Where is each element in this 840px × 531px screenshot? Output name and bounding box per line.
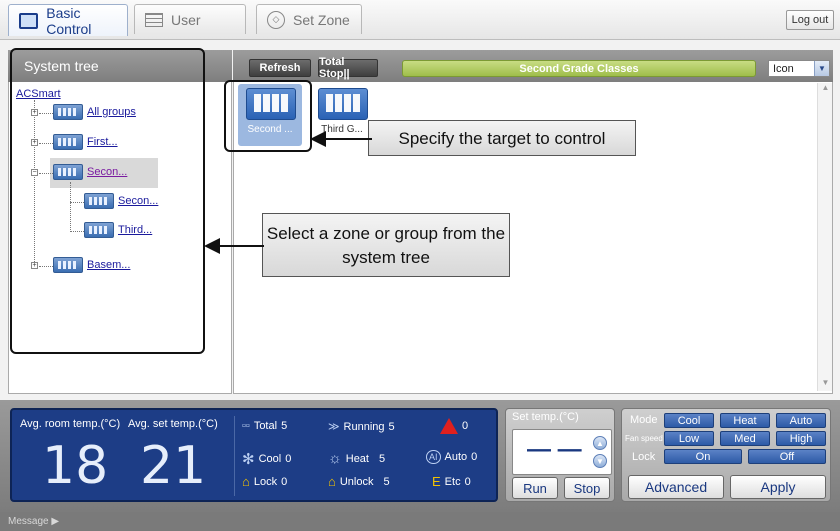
lock-label: Lock [632, 451, 656, 463]
stat-value: 5 [379, 452, 386, 465]
target-highlight-frame [224, 80, 312, 152]
zone-icon: ◇ [267, 10, 285, 29]
scroll-up-icon[interactable]: ▲ [819, 83, 832, 96]
stat-label: Lock [253, 475, 278, 488]
total-stop-button[interactable]: Total Stop|| [318, 56, 378, 80]
set-temp-panel: Set temp.(°C) — — ▲ ▼ Run Stop [505, 408, 615, 502]
fan-high-button[interactable]: High [776, 431, 826, 446]
avg-set-temp-value: 21 [140, 436, 207, 496]
stat-value: 0 [285, 453, 292, 465]
advanced-button[interactable]: Advanced [628, 475, 724, 499]
stat-value: 0 [462, 420, 469, 432]
snowflake-icon: ✻ [242, 451, 255, 468]
view-mode-value: Icon [773, 62, 794, 75]
mode-label: Mode [630, 414, 658, 426]
callout-target: Specify the target to control [368, 120, 636, 156]
avg-room-temp-value: 18 [42, 436, 109, 496]
mode-auto-button[interactable]: Auto [776, 413, 826, 428]
refresh-button[interactable]: Refresh [249, 59, 311, 77]
stat-value: 0 [471, 451, 478, 463]
auto-icon: AI [426, 450, 441, 464]
stat-label: Running [343, 420, 385, 433]
stat-value: 0 [281, 475, 288, 488]
stat-label: Auto [444, 451, 468, 463]
divider [234, 416, 235, 496]
fan-low-button[interactable]: Low [664, 431, 714, 446]
stat-label: Unlock [339, 475, 374, 488]
set-temp-display: — — ▲ ▼ [512, 429, 612, 475]
stat-label: Etc [444, 475, 461, 488]
message-bar: Message ▶ [0, 512, 840, 531]
run-button[interactable]: Run [512, 477, 558, 499]
message-label: Message ▶ [8, 516, 60, 527]
fan-speed-label: Fan speed [625, 434, 663, 443]
mode-panel: Mode Cool Heat Auto Fan speed Low Med Hi… [621, 408, 831, 502]
callout-arrow-target [310, 131, 372, 147]
lock-off-button[interactable]: Off [748, 449, 826, 464]
stat-value: 5 [281, 420, 288, 432]
stat-label: Cool [258, 453, 282, 465]
callout-arrow-tree [204, 238, 264, 254]
avg-set-temp-label: Avg. set temp.(°C) [128, 418, 218, 430]
alarm-icon [440, 418, 458, 434]
set-temp-label: Set temp.(°C) [512, 411, 579, 423]
total-icon: ▫▫ [242, 420, 250, 432]
zone-icon [318, 88, 368, 120]
zone-title: Second Grade Classes [519, 62, 639, 75]
unlock-icon: ⌂ [328, 474, 336, 489]
stat-lock: ⌂ Lock 0 [242, 474, 287, 489]
stat-alarm: 0 [440, 418, 468, 434]
status-panel: Avg. room temp.(°C) Avg. set temp.(°C) 1… [10, 408, 498, 502]
stat-value: 0 [464, 475, 471, 488]
stop-button[interactable]: Stop [564, 477, 610, 499]
stat-running: ≫ Running 5 [328, 420, 395, 434]
monitor-icon [19, 12, 39, 29]
apply-button[interactable]: Apply [730, 475, 826, 499]
mode-heat-button[interactable]: Heat [720, 413, 770, 428]
stat-auto: AI Auto 0 [426, 450, 477, 464]
list-icon [145, 12, 163, 27]
tree-highlight-frame [10, 48, 205, 354]
temp-down-button[interactable]: ▼ [593, 454, 607, 468]
tab-label: Set Zone [293, 11, 350, 28]
mode-cool-button[interactable]: Cool [664, 413, 714, 428]
tab-user[interactable]: User [134, 4, 246, 34]
tab-set-zone[interactable]: ◇ Set Zone [256, 4, 362, 34]
stat-label: Heat [345, 452, 369, 465]
stat-heat: ☼ Heat 5 [328, 450, 385, 467]
avg-room-temp-label: Avg. room temp.(°C) [20, 418, 121, 430]
logout-button[interactable]: Log out [786, 10, 834, 30]
running-icon: ≫ [328, 421, 340, 433]
fan-med-button[interactable]: Med [720, 431, 770, 446]
stat-total: ▫▫ Total 5 [242, 420, 287, 432]
view-mode-select[interactable]: Icon ▼ [768, 60, 830, 77]
vertical-scrollbar[interactable]: ▲ ▼ [817, 83, 832, 391]
stat-value: 5 [383, 475, 390, 488]
scroll-down-icon[interactable]: ▼ [819, 378, 832, 391]
set-temp-value: — — [527, 436, 582, 463]
etc-icon: E [432, 474, 441, 489]
zone-title-bar: Second Grade Classes [402, 60, 756, 77]
stat-value: 5 [388, 420, 395, 433]
stat-unlock: ⌂ Unlock 5 [328, 474, 390, 489]
tab-basic-control[interactable]: Basic Control [8, 4, 128, 37]
lock-on-button[interactable]: On [664, 449, 742, 464]
sun-icon: ☼ [328, 450, 342, 467]
tab-label: Basic Control [46, 4, 92, 37]
stat-etc: E Etc 0 [432, 474, 471, 489]
temp-up-button[interactable]: ▲ [593, 436, 607, 450]
stat-cool: ✻ Cool 0 [242, 450, 291, 468]
chevron-down-icon: ▼ [814, 61, 829, 76]
lock-icon: ⌂ [242, 474, 250, 489]
tab-label: User [171, 11, 201, 28]
callout-tree: Select a zone or group from the system t… [262, 213, 510, 277]
stat-label: Total [253, 420, 278, 432]
